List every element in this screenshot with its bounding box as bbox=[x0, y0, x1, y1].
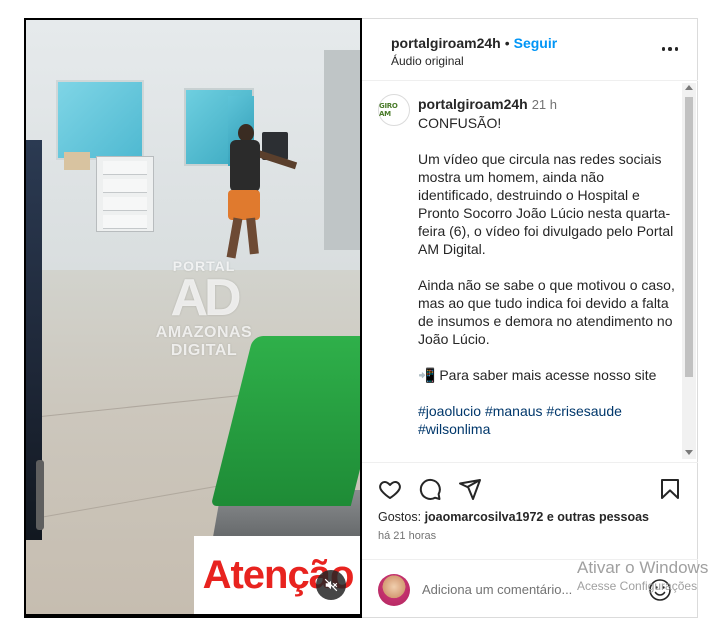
caption-paragraph-2: Ainda não se sabe o que motivou o caso, … bbox=[418, 277, 675, 347]
mute-button[interactable] bbox=[316, 570, 346, 600]
caption-text: portalgiroam24h 21 h CONFUSÃO! Um vídeo q… bbox=[418, 95, 676, 438]
portal-watermark: PORTAL AD AMAZONAS DIGITAL bbox=[134, 258, 274, 360]
activation-title: Ativar o Windows bbox=[577, 558, 709, 577]
caption-site-line: 📲 Para saber mais acesse nosso site bbox=[418, 367, 657, 383]
video-scene-window bbox=[56, 80, 144, 160]
caption-avatar-logo: GIRO AM bbox=[379, 102, 398, 118]
share-icon bbox=[459, 479, 481, 500]
watermark-bottom-1: AMAZONAS bbox=[155, 324, 253, 341]
caption-time: 21 h bbox=[531, 97, 558, 112]
comment-input[interactable]: Adiciona um comentário... bbox=[422, 582, 572, 597]
post-actions: Gostos: joaomarcosilva1972 e outras pess… bbox=[362, 462, 698, 542]
likes-suffix[interactable]: e outras pessoas bbox=[547, 510, 649, 524]
likes-line: Gostos: joaomarcosilva1972 e outras pess… bbox=[378, 510, 649, 524]
video-scene-box bbox=[64, 152, 90, 170]
caption-hashtags-1[interactable]: #joaolucio #manaus #crisesaude bbox=[418, 402, 676, 420]
bookmark-icon bbox=[661, 479, 679, 499]
activation-subtitle: Acesse Configurações bbox=[577, 579, 698, 593]
more-options-button[interactable] bbox=[658, 39, 682, 59]
video-scene-cabinet bbox=[96, 156, 154, 232]
caption-username[interactable]: portalgiroam24h bbox=[418, 96, 528, 112]
caption-title: CONFUSÃO! bbox=[418, 115, 502, 131]
caption-hashtags-2[interactable]: #wilsonlima bbox=[418, 420, 676, 438]
scroll-down-arrow-icon[interactable] bbox=[685, 450, 693, 455]
header-separator: • bbox=[504, 35, 510, 51]
post-header: portalgiroam24h • Seguir Áudio original bbox=[362, 19, 698, 81]
like-button[interactable] bbox=[376, 475, 404, 503]
mute-icon bbox=[324, 578, 338, 592]
header-username[interactable]: portalgiroam24h bbox=[391, 35, 501, 51]
post-details-panel: portalgiroam24h • Seguir Áudio original GI… bbox=[362, 18, 698, 618]
video-player[interactable]: PORTAL AD AMAZONAS DIGITAL Atenção bbox=[24, 18, 362, 618]
share-button[interactable] bbox=[456, 475, 484, 503]
comment-button[interactable] bbox=[416, 475, 444, 503]
more-icon bbox=[661, 47, 666, 51]
video-scene-person bbox=[218, 124, 298, 264]
heart-icon bbox=[379, 481, 401, 499]
likes-user[interactable]: joaomarcosilva1972 bbox=[425, 510, 544, 524]
scroll-thumb[interactable] bbox=[685, 97, 693, 377]
post-time-ago: há 21 horas bbox=[378, 530, 437, 542]
audio-link[interactable]: Áudio original bbox=[391, 54, 464, 68]
video-frame[interactable]: PORTAL AD AMAZONAS DIGITAL Atenção bbox=[26, 20, 360, 614]
video-scene-bed-post bbox=[36, 460, 44, 530]
caption-scrollbar[interactable] bbox=[682, 83, 696, 459]
user-avatar bbox=[378, 574, 410, 606]
scroll-up-arrow-icon[interactable] bbox=[685, 85, 693, 90]
likes-prefix: Gostos: bbox=[378, 510, 422, 524]
caption-avatar[interactable]: GIRO AM bbox=[378, 94, 410, 126]
watermark-bottom-2: DIGITAL bbox=[170, 342, 238, 359]
windows-activation-watermark: Ativar o Windows Acesse Configurações bbox=[577, 558, 718, 594]
video-scene-door bbox=[324, 50, 360, 250]
watermark-logo: AD bbox=[170, 269, 241, 327]
caption-paragraph-1: Um vídeo que circula nas redes sociais m… bbox=[418, 151, 674, 257]
comment-icon bbox=[419, 478, 441, 500]
instagram-post-page: PORTAL AD AMAZONAS DIGITAL Atenção porta… bbox=[0, 0, 718, 626]
save-button[interactable] bbox=[656, 475, 684, 503]
header-user-line: portalgiroam24h • Seguir bbox=[391, 35, 557, 51]
follow-button[interactable]: Seguir bbox=[514, 35, 558, 51]
caption-area: GIRO AM portalgiroam24h 21 h CONFUSÃO! Um… bbox=[362, 82, 698, 462]
